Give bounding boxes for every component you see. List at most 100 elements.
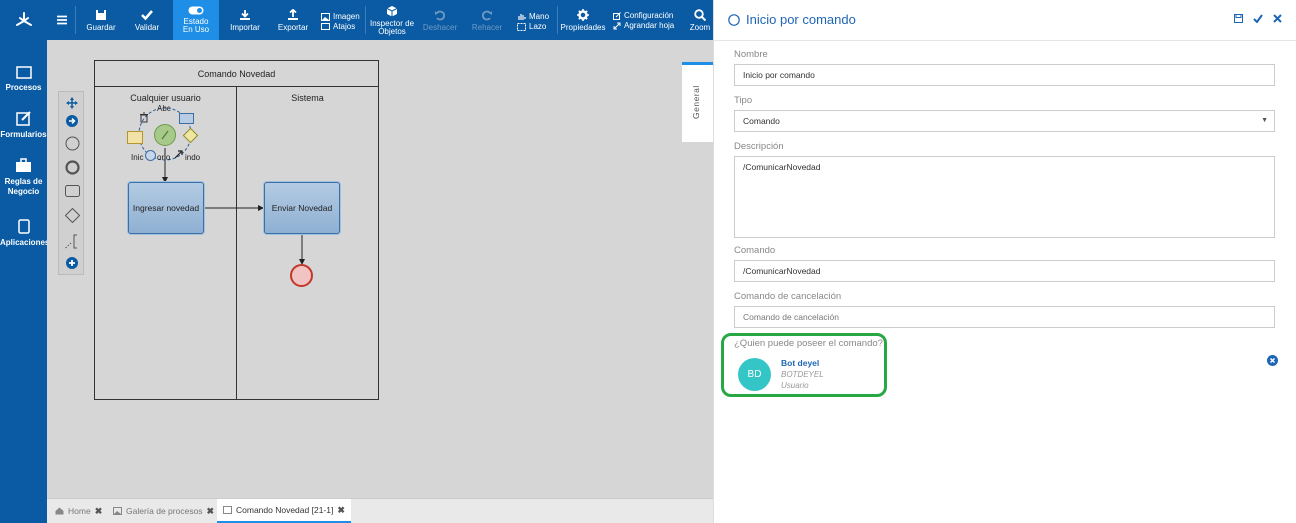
validar-button[interactable]: Validar: [129, 0, 165, 40]
export-icon: [288, 8, 298, 20]
tipo-select[interactable]: Comando ▼: [734, 110, 1275, 132]
start-event-icon: [728, 13, 740, 26]
imagen-label: Imagen: [333, 12, 360, 21]
tipo-label: Tipo: [734, 95, 753, 106]
keyboard-icon: [321, 23, 330, 30]
left-sidebar: Procesos Formularios Reglas de Negocio A…: [0, 0, 49, 523]
circle-thick-icon: [64, 159, 80, 175]
cancel-field[interactable]: Comando de cancelación: [734, 306, 1275, 328]
annotation-icon: [64, 234, 77, 248]
nombre-label: Nombre: [734, 49, 768, 60]
nombre-field[interactable]: Inicio por comando: [734, 64, 1275, 86]
connect-arrow-icon[interactable]: [174, 150, 183, 159]
chevron-down-icon: ▼: [1261, 117, 1268, 124]
annotation-tool[interactable]: [63, 232, 81, 250]
tab-home-label: Home: [68, 506, 91, 516]
estado-button[interactable]: Estado En Uso: [173, 0, 219, 40]
inspector-button[interactable]: Inspector de Objetos: [369, 0, 415, 40]
tab-comando-label: Comando Novedad [21-1]: [236, 505, 334, 515]
propiedades-button[interactable]: Propiedades: [561, 0, 605, 40]
remove-owner-button[interactable]: [1267, 355, 1278, 366]
lane-title-1: Cualquier usuario: [130, 93, 201, 103]
menu-button[interactable]: [55, 0, 69, 40]
toggle-icon: [188, 6, 204, 15]
save-icon[interactable]: [1234, 14, 1243, 23]
ctx-label-left: Inic: [131, 153, 144, 162]
importar-button[interactable]: Importar: [225, 0, 265, 40]
lazo-label: Lazo: [529, 22, 547, 31]
tab-home[interactable]: Home ✖: [49, 499, 108, 523]
ctx-task-shape[interactable]: [179, 113, 194, 124]
descripcion-textarea[interactable]: /ComunicarNovedad: [734, 156, 1275, 238]
exportar-button[interactable]: Exportar: [273, 0, 313, 40]
gateway-tool[interactable]: [63, 206, 81, 224]
agrandar-label: Agrandar hoja: [624, 21, 675, 30]
more-tool[interactable]: [63, 254, 81, 272]
panel-title-text: Inicio por comando: [746, 12, 856, 27]
undo-icon: [435, 10, 446, 20]
tab-galeria[interactable]: Galería de procesos ✖: [107, 499, 220, 523]
task-tool[interactable]: [63, 182, 81, 200]
comando-field[interactable]: /ComunicarNovedad: [734, 260, 1275, 282]
logo-icon: [15, 12, 32, 26]
save-icon: [96, 9, 106, 20]
import-icon: [240, 9, 250, 20]
imagen-button[interactable]: Imagen: [321, 12, 360, 21]
tab-comando-novedad[interactable]: Comando Novedad [21-1] ✖: [217, 499, 351, 523]
mano-button[interactable]: Mano: [517, 12, 549, 21]
start-event-tool[interactable]: [63, 134, 81, 152]
process-tab-icon: [223, 506, 232, 514]
sidebar-item-reglas[interactable]: Reglas de Negocio: [0, 158, 47, 197]
rectangle-icon: [64, 185, 80, 197]
user-name[interactable]: Bot deyel: [781, 358, 819, 368]
close-icon[interactable]: [1273, 14, 1282, 23]
atajos-label: Atajos: [333, 22, 356, 31]
move-tool[interactable]: [63, 94, 81, 112]
app-logo[interactable]: [0, 0, 47, 40]
cancel-label: Comando de cancelación: [734, 291, 842, 302]
tab-general[interactable]: General: [682, 62, 713, 142]
tipo-select-value: Comando: [743, 116, 780, 126]
shape-palette: [58, 91, 84, 275]
sidebar-item-formularios[interactable]: Formularios: [0, 111, 47, 140]
ctx-event-shape[interactable]: [145, 150, 156, 161]
pool-title: Comando Novedad: [95, 61, 378, 87]
panel-actions: [1234, 14, 1282, 23]
deshacer-label: Deshacer: [422, 22, 458, 32]
sidebar-item-aplicaciones[interactable]: Aplicaciones: [0, 219, 49, 248]
expand-icon: [613, 22, 621, 29]
lasso-icon: [517, 22, 526, 31]
close-icon[interactable]: ✖: [207, 500, 215, 522]
end-event-tool[interactable]: [63, 158, 81, 176]
sidebar-item-procesos[interactable]: Procesos: [0, 66, 47, 93]
zoom-button[interactable]: Zoom: [687, 0, 713, 40]
mano-label: Mano: [529, 12, 550, 21]
configuracion-button[interactable]: Configuración: [613, 11, 673, 20]
close-icon[interactable]: ✖: [95, 500, 103, 522]
connect-tool[interactable]: [63, 112, 81, 130]
check-icon[interactable]: [1253, 14, 1263, 23]
task-enviar-novedad[interactable]: Enviar Novedad: [264, 182, 340, 234]
tab-general-label: General: [691, 85, 701, 119]
arrow-circle-icon: [66, 115, 78, 127]
hand-icon: [518, 13, 526, 20]
move-icon: [66, 97, 78, 109]
close-icon[interactable]: ✖: [337, 499, 345, 521]
inspector-label-2: Objetos: [378, 26, 406, 36]
atajos-button[interactable]: Atajos: [321, 22, 355, 31]
trash-icon[interactable]: [139, 112, 149, 123]
deshacer-button[interactable]: Deshacer: [421, 0, 459, 40]
gear-icon: [577, 8, 589, 21]
tab-galeria-label: Galería de procesos: [126, 506, 203, 516]
guardar-button[interactable]: Guardar: [81, 0, 121, 40]
plus-circle-icon: [66, 257, 78, 269]
validar-label: Validar: [134, 22, 160, 32]
comando-label: Comando: [734, 245, 776, 256]
ctx-data-shape[interactable]: [127, 131, 143, 144]
avatar: BD: [738, 358, 771, 391]
end-event[interactable]: [290, 264, 313, 287]
rehacer-button[interactable]: Rehacer: [469, 0, 505, 40]
task-ingresar-novedad[interactable]: Ingresar novedad: [128, 182, 204, 234]
lazo-button[interactable]: Lazo: [517, 22, 546, 31]
agrandar-button[interactable]: Agrandar hoja: [613, 21, 674, 30]
